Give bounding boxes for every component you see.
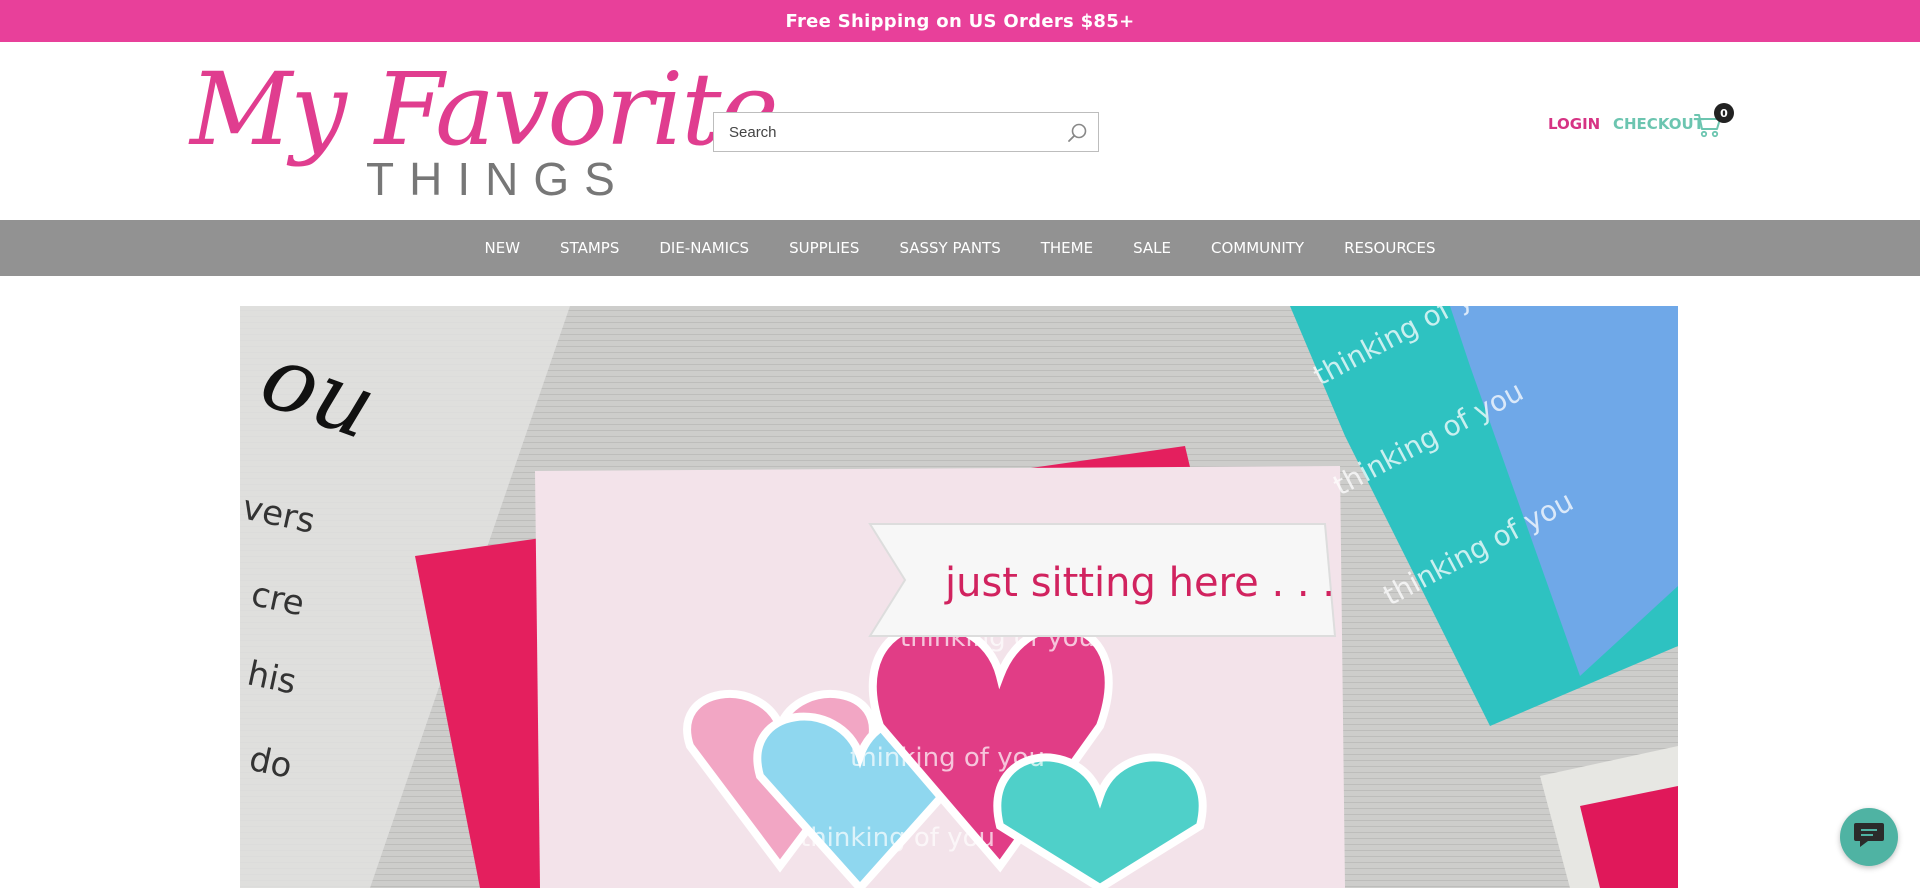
- search-input[interactable]: [714, 113, 1044, 151]
- greeting-card: thinking of you thinking of you thinking…: [535, 466, 1345, 888]
- nav-item-theme[interactable]: THEME: [1041, 239, 1093, 257]
- search-icon[interactable]: [1067, 122, 1089, 144]
- promo-text: Free Shipping on US Orders $85+: [785, 10, 1135, 32]
- hero-banner-image[interactable]: ou vers cre his do thinking of you think…: [240, 306, 1678, 888]
- brand-logo-sub: THINGS: [366, 153, 630, 205]
- main-nav: NEW STAMPS DIE-NAMICS SUPPLIES SASSY PAN…: [0, 220, 1920, 276]
- card-pattern-text-2: thinking of you: [850, 743, 1045, 773]
- nav-item-community[interactable]: COMMUNITY: [1211, 239, 1304, 257]
- promo-bar: Free Shipping on US Orders $85+: [0, 0, 1920, 42]
- site-header: My Favorite THINGS LOGIN CHECKOUT 0: [0, 42, 1920, 220]
- login-link[interactable]: LOGIN: [1548, 115, 1600, 133]
- checkout-link[interactable]: CHECKOUT: [1613, 115, 1704, 133]
- chat-button[interactable]: [1840, 808, 1898, 866]
- nav-item-sassy-pants[interactable]: SASSY PANTS: [899, 239, 1000, 257]
- nav-item-supplies[interactable]: SUPPLIES: [789, 239, 859, 257]
- card-banner-text: just sitting here . . .: [944, 560, 1335, 606]
- nav-item-die-namics[interactable]: DIE-NAMICS: [659, 239, 749, 257]
- brand-logo-script: My Favorite: [190, 51, 779, 168]
- brand-logo[interactable]: My Favorite THINGS: [190, 60, 779, 210]
- chat-icon: [1852, 820, 1886, 855]
- card-pattern-text-3: thinking of you: [800, 823, 995, 853]
- nav-item-stamps[interactable]: STAMPS: [560, 239, 619, 257]
- nav-item-new[interactable]: NEW: [485, 239, 521, 257]
- cart-count-badge: 0: [1714, 103, 1734, 123]
- nav-item-resources[interactable]: RESOURCES: [1344, 239, 1435, 257]
- nav-item-sale[interactable]: SALE: [1133, 239, 1171, 257]
- search-box: [713, 112, 1099, 152]
